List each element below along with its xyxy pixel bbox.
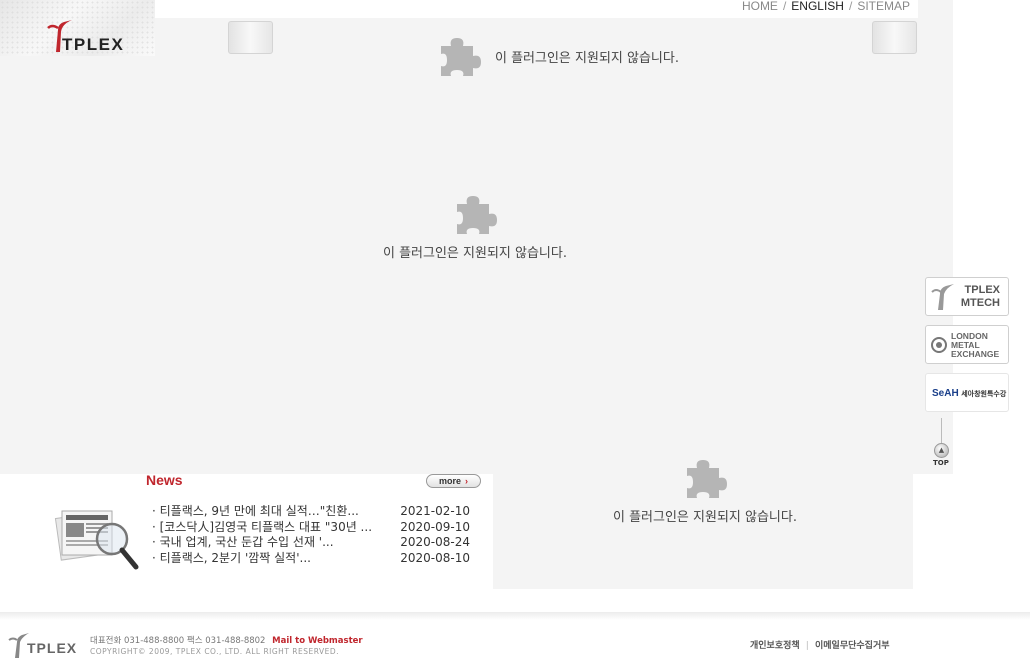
puzzle-piece-icon: [441, 38, 481, 76]
news-more-button[interactable]: more ›: [426, 474, 481, 488]
news-item-date: 2020-08-24: [400, 535, 470, 549]
puzzle-piece-icon: [457, 196, 497, 234]
footer-divider: [0, 612, 1030, 620]
top-nav: HOME / ENGLISH / SITEMAP: [742, 0, 910, 14]
tplex-mtech-banner[interactable]: TPLEX MTECH: [925, 277, 1009, 316]
news-item-title[interactable]: · 티플랙스, 2분기 '깜짝 실적'...: [152, 551, 384, 567]
plugin-placeholder-bottom: 이 플러그인은 지원되지 않습니다.: [590, 456, 820, 525]
privacy-policy-link[interactable]: 개인보호정책: [750, 641, 800, 651]
logo[interactable]: TPLEX: [0, 0, 155, 56]
news-item[interactable]: · 티플랙스, 2분기 '깜짝 실적'... 2020-08-10: [152, 551, 470, 567]
plugin-placeholder-top: 이 플러그인은 지원되지 않습니다.: [437, 34, 679, 78]
lme-line3: EXCHANGE: [951, 349, 1000, 359]
page: TPLEX HOME / ENGLISH / SITEMAP 이 플러그인은 지원되지 …: [0, 0, 1030, 671]
seah-brand: SeAH: [932, 388, 959, 399]
top-right-gray: [918, 0, 953, 18]
nav-separator: /: [782, 0, 787, 13]
top-label: TOP: [933, 459, 949, 467]
chevron-right-icon: ›: [465, 476, 468, 486]
next-button[interactable]: [872, 21, 917, 54]
email-refuse-link[interactable]: 이메일무단수집거부: [815, 641, 890, 651]
footer-contact: 대표전화 031-488-8800 팩스 031-488-8802 Mail t…: [90, 634, 363, 646]
nav-separator: /: [848, 0, 853, 13]
news-heading: News: [146, 472, 183, 488]
news-item-title[interactable]: · [코스닥人]김영국 티플랙스 대표 "30년 ...: [152, 520, 384, 536]
news-item[interactable]: · [코스닥人]김영국 티플랙스 대표 "30년 ... 2020-09-10: [152, 520, 470, 536]
nav-home[interactable]: HOME: [742, 0, 778, 13]
mail-webmaster-link[interactable]: Mail to Webmaster: [272, 636, 362, 646]
seah-text: SeAH 세아창원특수강: [932, 388, 1006, 399]
news-item-title[interactable]: · 국내 업계, 국산 둔갑 수입 선재 '...: [152, 535, 384, 551]
mtech-line1: TPLEX: [964, 284, 1000, 296]
news-item-date: 2020-09-10: [400, 519, 470, 534]
news-list: · 티플랙스, 9년 만에 최대 실적…"친환... 2021-02-10 · …: [152, 504, 470, 566]
more-label: more: [438, 476, 461, 486]
puzzle-piece-icon: [687, 460, 727, 498]
news-item-date: 2020-08-10: [400, 550, 470, 565]
scroll-top-button[interactable]: ▲ TOP: [925, 418, 959, 470]
mtech-text: TPLEX MTECH: [961, 284, 1000, 310]
tplex-mtech-logo-icon: [931, 284, 954, 310]
news-item[interactable]: · 티플랙스, 9년 만에 최대 실적…"친환... 2021-02-10: [152, 504, 470, 520]
arrow-up-icon: ▲: [934, 443, 949, 458]
lme-banner[interactable]: LONDON METAL EXCHANGE: [925, 325, 1009, 364]
footer-phone: 대표전화 031-488-8800 팩스 031-488-8802: [90, 636, 266, 646]
plugin-message: 이 플러그인은 지원되지 않습니다.: [613, 510, 797, 525]
lme-logo-icon: [931, 337, 947, 353]
logo-text: TPLEX: [62, 35, 125, 54]
news-item-title[interactable]: · 티플랙스, 9년 만에 최대 실적…"친환...: [152, 504, 384, 520]
seah-sub: 세아창원특수강: [961, 391, 1007, 398]
prev-button[interactable]: [228, 21, 273, 54]
footer-copyright: COPYRIGHT© 2009, TPLEX CO., LTD. ALL RIG…: [90, 647, 340, 656]
newspaper-magnifier-icon: [54, 510, 139, 570]
footer-logo-text: TPLEX: [27, 640, 78, 656]
top-line: [941, 418, 942, 444]
plugin-placeholder-mid: 이 플러그인은 지원되지 않습니다.: [360, 192, 590, 261]
lme-text: LONDON METAL EXCHANGE: [951, 332, 999, 359]
plugin-message: 이 플러그인은 지원되지 않습니다.: [495, 50, 679, 66]
plugin-message: 이 플러그인은 지원되지 않습니다.: [383, 246, 567, 261]
nav-sitemap[interactable]: SITEMAP: [857, 0, 910, 13]
footer-separator: |: [805, 641, 809, 651]
news-item[interactable]: · 국내 업계, 국산 둔갑 수입 선재 '... 2020-08-24: [152, 535, 470, 551]
mtech-line2: MTECH: [960, 297, 1000, 309]
footer-links: 개인보호정책 | 이메일무단수집거부: [750, 638, 890, 651]
seah-banner[interactable]: SeAH 세아창원특수강: [925, 373, 1009, 412]
news-item-date: 2021-02-10: [400, 504, 470, 518]
nav-english[interactable]: ENGLISH: [791, 0, 844, 13]
